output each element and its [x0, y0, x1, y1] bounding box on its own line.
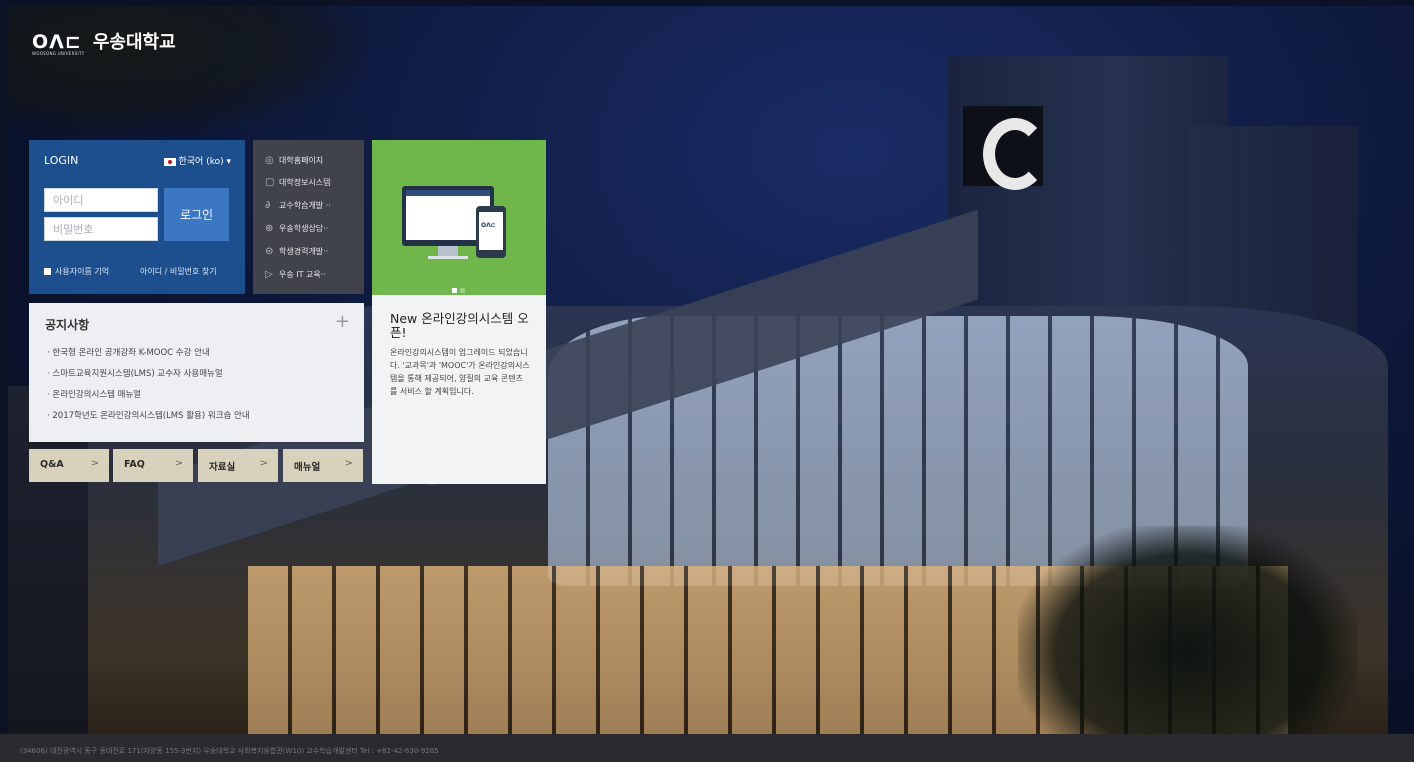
play-icon: ▷ — [265, 269, 273, 280]
quick-link-counseling[interactable]: ⊕ 우송학생상담·· — [265, 223, 328, 234]
quick-link-career[interactable]: ⊜ 학생경력개발·· — [265, 246, 328, 257]
promo-banner[interactable]: ОΛ⊏ New 온라인강의시스템 오픈! 온라인강의시스템이 업그레이드 되었습… — [372, 140, 546, 484]
chevron-right-icon: > — [259, 458, 268, 469]
quick-link-info-system[interactable]: ▢ 대학정보시스템 — [265, 177, 331, 188]
language-label: 한국어 (ko) ▾ — [178, 157, 232, 167]
language-selector[interactable]: 한국어 (ko) ▾ — [163, 154, 232, 167]
faq-tile[interactable]: FAQ > — [113, 449, 193, 482]
notice-item[interactable]: · 한국형 온라인 공개강좌 K-MOOC 수강 안내 — [47, 346, 210, 358]
promo-illustration: ОΛ⊏ — [372, 140, 546, 295]
chevron-right-icon: > — [344, 458, 353, 469]
remember-checkbox[interactable] — [44, 268, 51, 275]
username-input[interactable] — [44, 188, 158, 212]
login-panel: LOGIN 한국어 (ko) ▾ 로그인 사용자이름 기억 아이디 / 비밀번호… — [29, 140, 245, 294]
slide-dot[interactable] — [460, 288, 465, 293]
footer: (34606) 대전광역시 동구 동대전로 171(자양동 155-3번지) 우… — [0, 734, 1414, 762]
promo-title: New 온라인강의시스템 오픈! — [390, 311, 529, 340]
logo-subtitle: WOOSONG UNIVERSITY — [32, 51, 85, 56]
qna-tile[interactable]: Q&A > — [29, 449, 109, 482]
notice-item[interactable]: · 스마트교육지원시스템(LMS) 교수자 사용매뉴얼 — [47, 367, 223, 379]
notice-item[interactable]: · 2017학년도 온라인강의시스템(LMS 활용) 워크숍 안내 — [47, 409, 250, 421]
manual-tile[interactable]: 매뉴얼 > — [283, 449, 363, 482]
chevron-right-icon: > — [90, 458, 99, 469]
remember-label: 사용자이름 기억 — [55, 267, 110, 276]
promo-body: 온라인강의시스템이 업그레이드 되었습니다. '교과목'과 'MOOC'가 온라… — [390, 348, 530, 396]
notice-more-button[interactable]: + — [335, 311, 350, 332]
notice-title: 공지사항 — [45, 318, 90, 332]
slide-dot-active[interactable] — [452, 288, 457, 293]
layers-icon: ◎ — [265, 155, 274, 166]
korea-flag-icon — [163, 157, 176, 166]
logo-mark: ОΛ⊏ — [32, 31, 82, 53]
notice-item[interactable]: · 온라인강의시스템 매뉴얼 — [47, 388, 141, 400]
document-icon: ▢ — [265, 177, 275, 188]
quick-link-it-education[interactable]: ▷ 우송 IT 교육·· — [265, 269, 326, 280]
find-id-password-link[interactable]: 아이디 / 비밀번호 찾기 — [140, 266, 217, 277]
logo-name: 우송대학교 — [92, 32, 176, 53]
resources-tile[interactable]: 자료실 > — [198, 449, 278, 482]
globe-icon: ⊜ — [265, 246, 274, 257]
compass-icon: ⊕ — [265, 223, 274, 234]
quick-link-homepage[interactable]: ◎ 대학홈페이지 — [265, 155, 323, 166]
phone-illustration-icon: ОΛ⊏ — [476, 206, 506, 258]
login-button[interactable]: 로그인 — [164, 188, 229, 241]
quick-links-panel: ◎ 대학홈페이지 ▢ 대학정보시스템 ∂ 교수학습개발 ·· ⊕ 우송학생상담·· ⊜ 학… — [253, 140, 364, 294]
password-input[interactable] — [44, 217, 158, 241]
link-icon: ∂ — [265, 200, 271, 211]
footer-address: (34606) 대전광역시 동구 동대전로 171(자양동 155-3번지) 우… — [20, 747, 439, 755]
notice-panel: 공지사항 + · 한국형 온라인 공개강좌 K-MOOC 수강 안내 · 스마트… — [29, 303, 364, 442]
remember-username[interactable]: 사용자이름 기억 — [44, 266, 109, 277]
university-logo[interactable]: ОΛ⊏ 우송대학교 WOOSONG UNIVERSITY — [32, 28, 176, 56]
login-title: LOGIN — [44, 154, 79, 167]
slide-indicators[interactable] — [452, 278, 468, 295]
quick-link-teaching-center[interactable]: ∂ 교수학습개발 ·· — [265, 200, 331, 211]
chevron-right-icon: > — [174, 458, 183, 469]
